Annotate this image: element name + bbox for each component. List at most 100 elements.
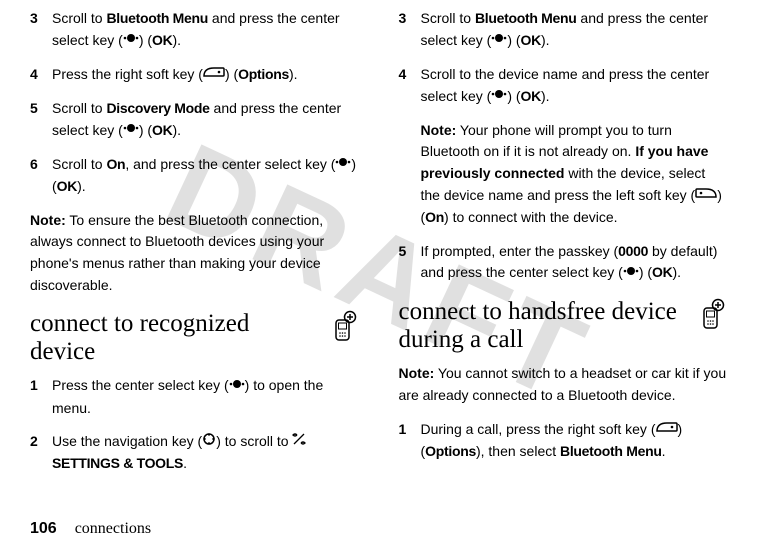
text: Scroll to the device name and press the …	[421, 66, 710, 104]
options-label: Options	[238, 66, 289, 82]
left-step-4: 4 Press the right soft key ( ) (Options).	[30, 64, 359, 86]
ok-label: OK	[652, 264, 672, 280]
ok-label: OK	[152, 122, 172, 138]
step-body: Scroll to Bluetooth Menu and press the c…	[421, 8, 728, 52]
text: ).	[172, 122, 181, 138]
text: Scroll to	[52, 156, 106, 172]
step-body: If prompted, enter the passkey (0000 by …	[421, 241, 728, 285]
right-note-1: Note: Your phone will prompt you to turn…	[421, 120, 728, 229]
text: ).	[541, 32, 550, 48]
bluetooth-menu-label: Bluetooth Menu	[560, 443, 662, 459]
text: Press the center select key (	[52, 377, 229, 393]
note-text: To ensure the best Bluetooth connection,…	[30, 212, 324, 293]
right-column: 3 Scroll to Bluetooth Menu and press the…	[399, 8, 728, 487]
text: Scroll to	[52, 10, 106, 26]
text: ).	[289, 66, 298, 82]
step-body: Use the navigation key ( ) to scroll to S…	[52, 431, 359, 475]
right-heading-row: connect to handsfree device during a cal…	[399, 298, 728, 353]
left-step-3: 3 Scroll to Bluetooth Menu and press the…	[30, 8, 359, 52]
left-step-6: 6 Scroll to On, and press the center sel…	[30, 154, 359, 198]
section-heading: connect to handsfree device during a cal…	[399, 298, 690, 353]
ok-label: OK	[57, 178, 77, 194]
text: ) (	[507, 88, 520, 104]
center-select-icon	[491, 29, 507, 51]
ok-label: OK	[152, 32, 172, 48]
text: ), then select	[476, 443, 560, 459]
right-substep-1: 1 During a call, press the right soft ke…	[399, 419, 728, 463]
center-select-icon	[123, 29, 139, 51]
right-softkey-icon	[656, 418, 678, 440]
ok-label: OK	[521, 88, 541, 104]
tools-icon	[292, 431, 306, 453]
step-body: During a call, press the right soft key …	[421, 419, 728, 463]
right-note-2: Note: You cannot switch to a headset or …	[399, 363, 728, 406]
step-number: 6	[30, 154, 52, 198]
text: During a call, press the right soft key …	[421, 421, 656, 437]
step-number: 1	[30, 375, 52, 419]
center-select-icon	[123, 119, 139, 141]
step-number: 1	[399, 419, 421, 463]
step-number: 4	[30, 64, 52, 86]
bold-text: Bluetooth Menu	[106, 10, 208, 26]
left-substep-2: 2 Use the navigation key ( ) to scroll to…	[30, 431, 359, 475]
step-number: 5	[30, 98, 52, 142]
passkey-value: 0000	[618, 243, 648, 259]
step-body: Scroll to Bluetooth Menu and press the c…	[52, 8, 359, 52]
page-number: 106	[30, 520, 57, 537]
text: ) to connect with the device.	[444, 209, 618, 225]
text: If prompted, enter the passkey (	[421, 243, 619, 259]
note-text: You cannot switch to a headset or car ki…	[399, 365, 727, 403]
step-number: 3	[30, 8, 52, 52]
ok-label: OK	[521, 32, 541, 48]
bluetooth-phone-icon	[695, 298, 727, 330]
center-select-icon	[335, 153, 351, 175]
text: Use the navigation key (	[52, 433, 202, 449]
center-select-icon	[229, 375, 245, 397]
text: .	[183, 455, 187, 471]
note-label: Note:	[30, 212, 66, 228]
center-select-icon	[491, 85, 507, 107]
step-body: Scroll to On, and press the center selec…	[52, 154, 359, 198]
left-heading-row: connect to recognized device	[30, 310, 359, 365]
right-step-3: 3 Scroll to Bluetooth Menu and press the…	[399, 8, 728, 52]
options-label: Options	[425, 443, 476, 459]
page-footer: 106 connections	[30, 520, 151, 538]
section-name: connections	[75, 520, 151, 537]
bold-text: Bluetooth Menu	[475, 10, 577, 26]
step-body: Press the center select key () to open t…	[52, 375, 359, 419]
section-heading: connect to recognized device	[30, 310, 321, 365]
text: ) (	[225, 66, 238, 82]
bluetooth-phone-icon	[327, 310, 359, 342]
on-label: On	[425, 209, 444, 225]
text: , and press the center select key (	[125, 156, 335, 172]
text: ) (	[139, 122, 152, 138]
text: ).	[672, 264, 681, 280]
text: ).	[77, 178, 86, 194]
left-substep-1: 1 Press the center select key () to open…	[30, 375, 359, 419]
text: Scroll to	[52, 100, 106, 116]
left-softkey-icon	[695, 184, 717, 206]
step-body: Press the right soft key ( ) (Options).	[52, 64, 359, 86]
step-number: 2	[30, 431, 52, 475]
text: ) (	[139, 32, 152, 48]
text: ) to scroll to	[216, 433, 292, 449]
center-select-icon	[623, 262, 639, 284]
right-step-4: 4 Scroll to the device name and press th…	[399, 64, 728, 108]
settings-tools-label: SETTINGS & TOOLS	[52, 455, 183, 471]
bold-text: Discovery Mode	[106, 100, 209, 116]
text: Press the right soft key (	[52, 66, 203, 82]
navigation-key-icon	[202, 431, 216, 453]
text: ) (	[639, 264, 652, 280]
text: Scroll to	[421, 10, 475, 26]
left-step-5: 5 Scroll to Discovery Mode and press the…	[30, 98, 359, 142]
step-number: 3	[399, 8, 421, 52]
text: ).	[172, 32, 181, 48]
right-step-5: 5 If prompted, enter the passkey (0000 b…	[399, 241, 728, 285]
right-softkey-icon	[203, 63, 225, 85]
text: ).	[541, 88, 550, 104]
text: ) (	[507, 32, 520, 48]
step-number: 5	[399, 241, 421, 285]
note-label: Note:	[399, 365, 435, 381]
note-label: Note:	[421, 122, 457, 138]
text: .	[662, 443, 666, 459]
